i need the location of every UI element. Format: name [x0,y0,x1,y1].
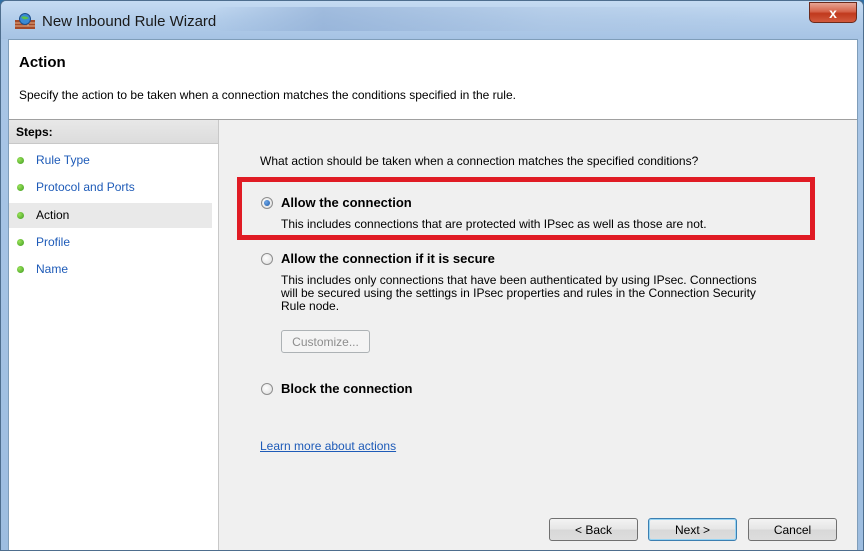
window-title: New Inbound Rule Wizard [42,13,217,30]
step-bullet-icon [17,184,24,191]
action-question: What action should be taken when a conne… [260,154,699,168]
next-button[interactable]: Next > [648,518,737,541]
selection-highlight-box [237,177,815,240]
step-label: Name [36,262,69,276]
step-name[interactable]: Name [9,257,212,282]
allow-secure-radio[interactable] [261,253,273,265]
wizard-window: New Inbound Rule Wizard x Action Specify… [0,0,864,551]
steps-heading: Steps: [9,120,218,144]
step-action[interactable]: Action [9,203,212,228]
step-profile[interactable]: Profile [9,230,212,255]
close-button[interactable]: x [809,2,857,23]
step-bullet-icon [17,212,24,219]
block-connection-label[interactable]: Block the connection [281,381,412,396]
title-bar[interactable]: New Inbound Rule Wizard x [1,1,863,39]
allow-secure-description-line: will be secured using the settings in IP… [281,286,756,300]
action-panel: What action should be taken when a conne… [219,120,857,550]
step-label: Rule Type [36,153,90,167]
step-bullet-icon [17,239,24,246]
back-button[interactable]: < Back [549,518,638,541]
block-connection-radio[interactable] [261,383,273,395]
page-title: Action [19,54,66,71]
learn-more-link[interactable]: Learn more about actions [260,439,396,453]
wizard-header: Action Specify the action to be taken wh… [9,40,857,120]
allow-secure-label[interactable]: Allow the connection if it is secure [281,251,495,266]
step-label: Protocol and Ports [36,180,135,194]
step-bullet-icon [17,157,24,164]
step-rule-type[interactable]: Rule Type [9,148,212,173]
page-description: Specify the action to be taken when a co… [19,88,516,102]
steps-sidebar: Steps: Rule Type Protocol and Ports Acti… [9,120,219,550]
step-label: Profile [36,235,71,249]
step-label: Action [36,208,70,222]
cancel-button[interactable]: Cancel [748,518,837,541]
client-area: Action Specify the action to be taken wh… [8,39,858,550]
step-bullet-icon [17,266,24,273]
close-icon: x [829,4,837,21]
firewall-icon [15,13,35,29]
allow-secure-description-line: Rule node. [281,299,340,313]
step-protocol-and-ports[interactable]: Protocol and Ports [9,175,212,200]
customize-button[interactable]: Customize... [281,330,370,353]
title-bar-glass [211,7,771,31]
